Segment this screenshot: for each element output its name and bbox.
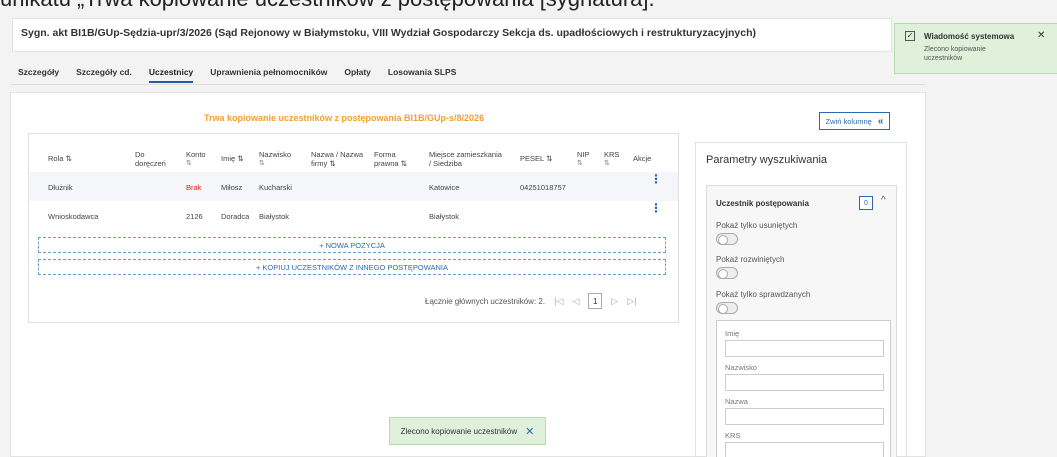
participants-table: Rola ⇅ Do doręczeń Konto ⇅ Imię ⇅ Nazwisko… [28,133,679,323]
total-count-label: Łącznie głównych uczestników: 2. [425,296,546,306]
section-title: Uczestnik postępowania [716,199,809,208]
system-message-notification: ✓ Wiadomość systemowa Zlecono kopiowanie… [894,23,1057,74]
tab-losowania[interactable]: Losowania SLPS [388,67,457,83]
case-header: Sygn. akt BI1B/GUp-Sędzia-upr/3/2026 (Są… [12,18,892,52]
chevron-up-icon[interactable]: ^ [881,195,886,206]
search-params-panel: Parametry wyszukiwania Uczestnik postępo… [695,142,907,457]
option-label-checked: Pokaż tylko sprawdzanych [716,290,811,299]
col-akcje: Akcje [633,154,652,163]
close-icon[interactable]: ✕ [525,425,534,438]
tab-szczegoly[interactable]: Szczegóły [18,67,59,83]
copy-status-heading: Trwa kopiowanie uczestników z postępowan… [204,113,485,123]
col-forma[interactable]: Forma prawna ⇅ [374,150,407,168]
close-icon[interactable]: ✕ [1037,30,1045,41]
toggle-expanded[interactable] [716,267,738,279]
cell-imie: Doradca [221,212,250,221]
first-page-icon[interactable]: |◁ [554,296,563,307]
option-label-expanded: Pokaż rozwiniętych [716,255,785,264]
tabs-divider [10,84,926,85]
col-do-doreczen: Do doręczeń [135,150,166,168]
col-miejsce[interactable]: Miejsce zamieszkania / Siedziba [429,150,502,168]
field-label-krs: KRS [725,431,741,440]
toggle-checked[interactable] [716,302,738,314]
tab-uprawnienia[interactable]: Uprawnienia pełnomocników [210,67,327,83]
copy-participants-button[interactable]: + KOPIUJ UCZESTNIKÓW Z INNEGO POSTĘPOWAN… [38,259,666,275]
search-params-title: Parametry wyszukiwania [706,154,828,166]
system-message-text: Zlecono kopiowanie uczestników [924,46,986,62]
cell-konto: 2126 [186,212,203,221]
cell-miejsce: Katowice [429,183,460,192]
more-actions-icon[interactable]: ⋮ [650,202,662,214]
search-fields: Imię Nazwisko Nazwa KRS [716,320,891,457]
filter-count-badge: 0 [859,196,873,210]
table-row[interactable]: Dłużnik Brak Miłosz Kucharski Katowice 0… [29,172,678,202]
participant-filter-section: Uczestnik postępowania 0 ^ Pokaż tylko u… [706,185,897,457]
field-label-nazwisko: Nazwisko [725,363,758,372]
cell-nazwisko: Kucharski [259,183,292,192]
table-row[interactable]: Wnioskodawca 2126 Doradca Białystok Biał… [29,201,678,231]
col-konto[interactable]: Konto ⇅ [186,150,206,168]
nazwisko-input[interactable] [725,374,884,391]
field-label-imie: Imię [725,329,740,338]
col-imie[interactable]: Imię ⇅ [221,154,244,163]
more-actions-icon[interactable]: ⋮ [650,173,662,185]
col-pesel[interactable]: PESEL ⇅ [520,154,552,163]
system-message-title: Wiadomość systemowa [924,32,1015,41]
cell-rola: Dłużnik [48,183,73,192]
cell-konto: Brak [186,183,202,192]
checkbox-check-icon: ✓ [905,31,915,41]
cell-pesel: 04251018757 [520,183,566,192]
tab-bar: Szczegóły Szczegóły cd. Uczestnicy Upraw… [18,67,456,83]
document-caption: unikatu „Trwa kopiowanie uczestników z p… [0,0,662,12]
col-nip[interactable]: NIP ⇅ [577,150,590,168]
cell-miejsce: Białystok [429,212,460,221]
nazwa-input[interactable] [725,408,884,425]
toggle-deleted[interactable] [716,233,738,245]
pagination: Łącznie głównych uczestników: 2. |◁ ◁ 1 … [425,293,636,309]
collapse-column-button[interactable]: Zwiń kolumnę « [819,112,890,130]
toast-notification: Zlecono kopiowanie uczestników ✕ [389,417,546,445]
cell-rola: Wnioskodawca [48,212,99,221]
tab-oplaty[interactable]: Opłaty [344,67,370,83]
option-label-deleted: Pokaż tylko usuniętych [716,221,798,230]
tab-uczestnicy[interactable]: Uczestnicy [148,67,194,83]
field-label-nazwa: Nazwa [725,397,748,406]
col-rola[interactable]: Rola ⇅ [48,154,72,163]
double-chevron-left-icon: « [877,115,884,127]
collapse-label: Zwiń kolumnę [825,116,872,126]
cell-nazwisko: Białystok [259,212,290,221]
col-krs[interactable]: KRS ⇅ [604,150,619,168]
cell-imie: Miłosz [221,183,243,192]
tab-szczegoly-cd[interactable]: Szczegóły cd. [76,67,132,83]
krs-input[interactable] [725,442,884,457]
col-nazwa[interactable]: Nazwa / Nazwa firmy ⇅ [311,150,363,168]
case-title: Sygn. akt BI1B/GUp-Sędzia-upr/3/2026 (Są… [21,27,757,39]
toast-text: Zlecono kopiowanie uczestników [400,426,518,436]
new-position-button[interactable]: + NOWA POZYCJA [38,237,666,253]
page-number-input[interactable]: 1 [588,293,603,309]
last-page-icon[interactable]: ▷| [627,296,636,307]
prev-page-icon[interactable]: ◁ [572,296,579,307]
next-page-icon[interactable]: ▷ [611,296,618,307]
imie-input[interactable] [725,340,884,357]
col-nazwisko[interactable]: Nazwisko ⇅ [259,150,291,168]
